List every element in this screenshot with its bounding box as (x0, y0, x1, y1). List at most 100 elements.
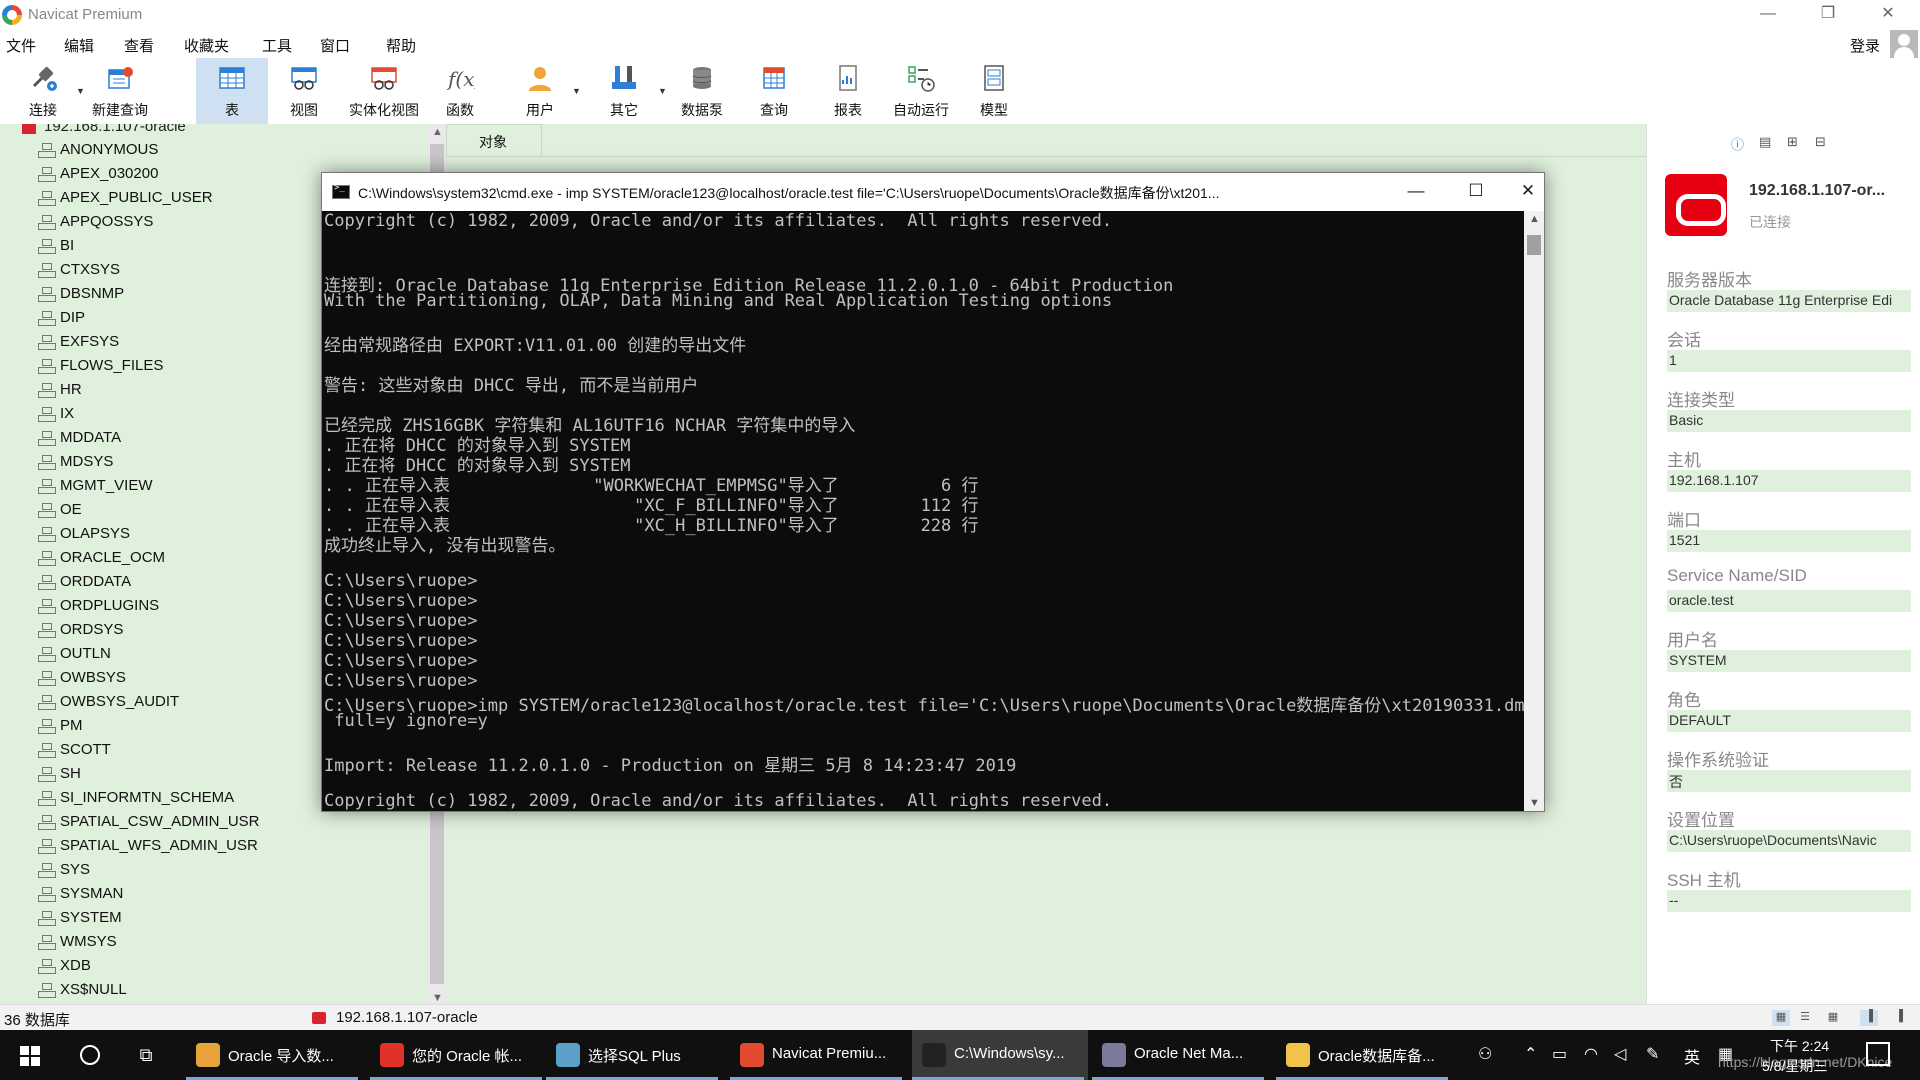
chevron-up-icon[interactable]: ▲ (432, 126, 443, 138)
menu-view[interactable]: 查看 (124, 35, 154, 56)
chevron-up-icon[interactable]: ▲ (1529, 213, 1540, 225)
volume-icon[interactable]: ◁ (1614, 1044, 1626, 1064)
list-view-icon[interactable]: ☰ (1796, 1010, 1814, 1026)
toolbar-materialized-view-button[interactable]: 实体化视图 (342, 58, 426, 124)
app-icon (556, 1043, 580, 1067)
chevron-down-icon[interactable]: ▼ (76, 86, 85, 96)
console-line: 已经完成 ZHS16GBK 字符集和 AL16UTF16 NCHAR 字符集中的… (324, 416, 856, 436)
toolbar-view-button[interactable]: 视图 (272, 58, 336, 124)
taskbar-app-button[interactable]: 选择SQL Plus (546, 1030, 722, 1080)
schema-icon (38, 767, 56, 782)
login-link[interactable]: 登录 (1850, 35, 1880, 56)
info-panel-toggle-icon[interactable]: ▐ (1890, 1010, 1908, 1026)
preview-icon[interactable]: ⊟ (1815, 134, 1826, 150)
close-button[interactable]: ✕ (1860, 0, 1916, 30)
menu-file[interactable]: 文件 (6, 35, 36, 56)
cmd-window[interactable]: C:\Windows\system32\cmd.exe - imp SYSTEM… (321, 172, 1545, 812)
chevron-down-icon[interactable]: ▼ (432, 992, 443, 1004)
toolbar-model-button[interactable]: 模型 (962, 58, 1026, 124)
grid-view-icon[interactable]: ▦ (1772, 1010, 1790, 1026)
taskbar-app-button[interactable]: C:\Windows\sy... (912, 1030, 1088, 1080)
tree-schema-item[interactable]: SYSTEM (0, 906, 428, 930)
side-panel-toggle-icon[interactable]: ▐ (1860, 1010, 1878, 1026)
wifi-icon[interactable]: ◠ (1584, 1044, 1598, 1064)
menu-tools[interactable]: 工具 (262, 35, 292, 56)
info-panel: ⓘ ▤ ⊞ ⊟ 192.168.1.107-or... 已连接 服务器版本 Ora… (1646, 124, 1920, 1004)
notification-icon[interactable] (1866, 1042, 1890, 1066)
tree-schema-item[interactable]: SYS (0, 858, 428, 882)
search-icon[interactable] (72, 1030, 108, 1080)
schema-icon (38, 839, 56, 854)
toolbar-connection-button[interactable]: 连接 ▼ (8, 58, 85, 124)
tools-icon (612, 66, 636, 89)
menu-help[interactable]: 帮助 (386, 35, 416, 56)
tree-connection-node[interactable]: 192.168.1.107-oracle (0, 124, 428, 136)
restore-button[interactable]: ❐ (1800, 0, 1856, 30)
taskbar-app-button[interactable]: Oracle Net Ma... (1092, 1030, 1268, 1080)
cmd-title: C:\Windows\system32\cmd.exe - imp SYSTEM… (358, 185, 1220, 201)
clock-date[interactable]: 5/8/星期三 (1762, 1056, 1827, 1076)
cmd-close-button[interactable]: ✕ (1516, 179, 1540, 205)
toolbar-user-button[interactable]: 用户 ▼ (508, 58, 581, 124)
taskbar-app-button[interactable]: Oracle数据库备... (1276, 1030, 1452, 1080)
windows-start-icon[interactable] (8, 1030, 52, 1080)
tree-schema-item[interactable]: XS$NULL (0, 978, 428, 1002)
info-icon[interactable]: ⓘ (1731, 134, 1744, 153)
toolbar-new-query-button[interactable]: 新建查询 (88, 58, 152, 124)
console-line: 警告: 这些对象由 DHCC 导出, 而不是当前用户 (324, 376, 699, 396)
chevron-down-icon[interactable]: ▼ (1529, 797, 1540, 809)
taskbar-app-button[interactable]: Oracle 导入数... (186, 1030, 362, 1080)
clock-time[interactable]: 下午 2:24 (1770, 1036, 1829, 1056)
taskbar-app-button[interactable]: 您的 Oracle 帐... (370, 1030, 546, 1080)
menu-favorites[interactable]: 收藏夹 (184, 35, 229, 56)
cmd-scrollbar[interactable]: ▲ ▼ (1524, 211, 1544, 811)
scrollbar-thumb[interactable] (1527, 235, 1541, 255)
tab-objects[interactable]: 对象 (446, 124, 542, 156)
app-icon (1102, 1043, 1126, 1067)
task-view-icon[interactable]: ⧉ (128, 1030, 164, 1080)
pen-icon[interactable]: ✎ (1646, 1044, 1659, 1064)
console-line: Import: Release 11.2.0.1.0 - Production … (324, 756, 1017, 776)
tree-schema-item[interactable]: SYSMAN (0, 882, 428, 906)
people-icon[interactable]: ⚇ (1478, 1044, 1492, 1064)
schema-icon (38, 719, 56, 734)
tree-schema-item[interactable]: XDB (0, 954, 428, 978)
chevron-down-icon[interactable]: ▼ (658, 86, 667, 96)
toolbar-data-pump-button[interactable]: 数据泵 (670, 58, 734, 124)
tree-schema-item[interactable]: WMSYS (0, 930, 428, 954)
chevron-down-icon[interactable]: ▼ (572, 86, 581, 96)
database-count: 36 数据库 (4, 1012, 70, 1029)
tree-schema-item[interactable]: SPATIAL_WFS_ADMIN_USR (0, 834, 428, 858)
chevron-up-icon[interactable]: ⌃ (1524, 1044, 1537, 1064)
schema-icon (38, 791, 56, 806)
taskbar-app-button[interactable]: Navicat Premiu... (730, 1030, 906, 1080)
toolbar-other-button[interactable]: 其它 ▼ (592, 58, 667, 124)
ime-indicator[interactable]: 英 (1684, 1044, 1700, 1068)
toolbar-query-button[interactable]: 查询 (742, 58, 806, 124)
menu-edit[interactable]: 编辑 (64, 35, 94, 56)
cmd-minimize-button[interactable]: — (1396, 179, 1436, 205)
tree-schema-item[interactable]: ANONYMOUS (0, 138, 428, 162)
cmd-title-bar[interactable]: C:\Windows\system32\cmd.exe - imp SYSTEM… (322, 173, 1544, 211)
toolbar-function-button[interactable]: f(x) 函数 (428, 58, 492, 124)
cmd-maximize-button[interactable]: ☐ (1456, 179, 1496, 205)
toolbar-automation-button[interactable]: 自动运行 (884, 58, 958, 124)
battery-icon[interactable]: ▭ (1552, 1044, 1567, 1064)
tree-schema-item[interactable]: SPATIAL_CSW_ADMIN_USR (0, 810, 428, 834)
avatar[interactable] (1890, 30, 1918, 58)
toolbar-table-button[interactable]: 表 (196, 58, 268, 124)
toolbar-report-button[interactable]: 报表 (816, 58, 880, 124)
schema-label: EXFSYS (60, 333, 120, 350)
console-line: C:\Users\ruope>imp SYSTEM/oracle123@loca… (324, 696, 1524, 716)
schema-icon (38, 287, 56, 302)
property-label: 服务器版本 (1667, 271, 1752, 290)
menu-window[interactable]: 窗口 (320, 35, 350, 56)
ddl-icon[interactable]: ▤ (1759, 134, 1771, 150)
app-icon (196, 1043, 220, 1067)
navicat-logo-icon (2, 5, 22, 25)
taskbar-app-label: 选择SQL Plus (588, 1048, 681, 1065)
er-diagram-icon[interactable]: ⊞ (1787, 134, 1798, 150)
console-output[interactable]: Copyright (c) 1982, 2009, Oracle and/or … (324, 211, 1524, 811)
minimize-button[interactable]: — (1740, 0, 1796, 30)
detail-view-icon[interactable]: ▦ (1824, 1010, 1842, 1026)
